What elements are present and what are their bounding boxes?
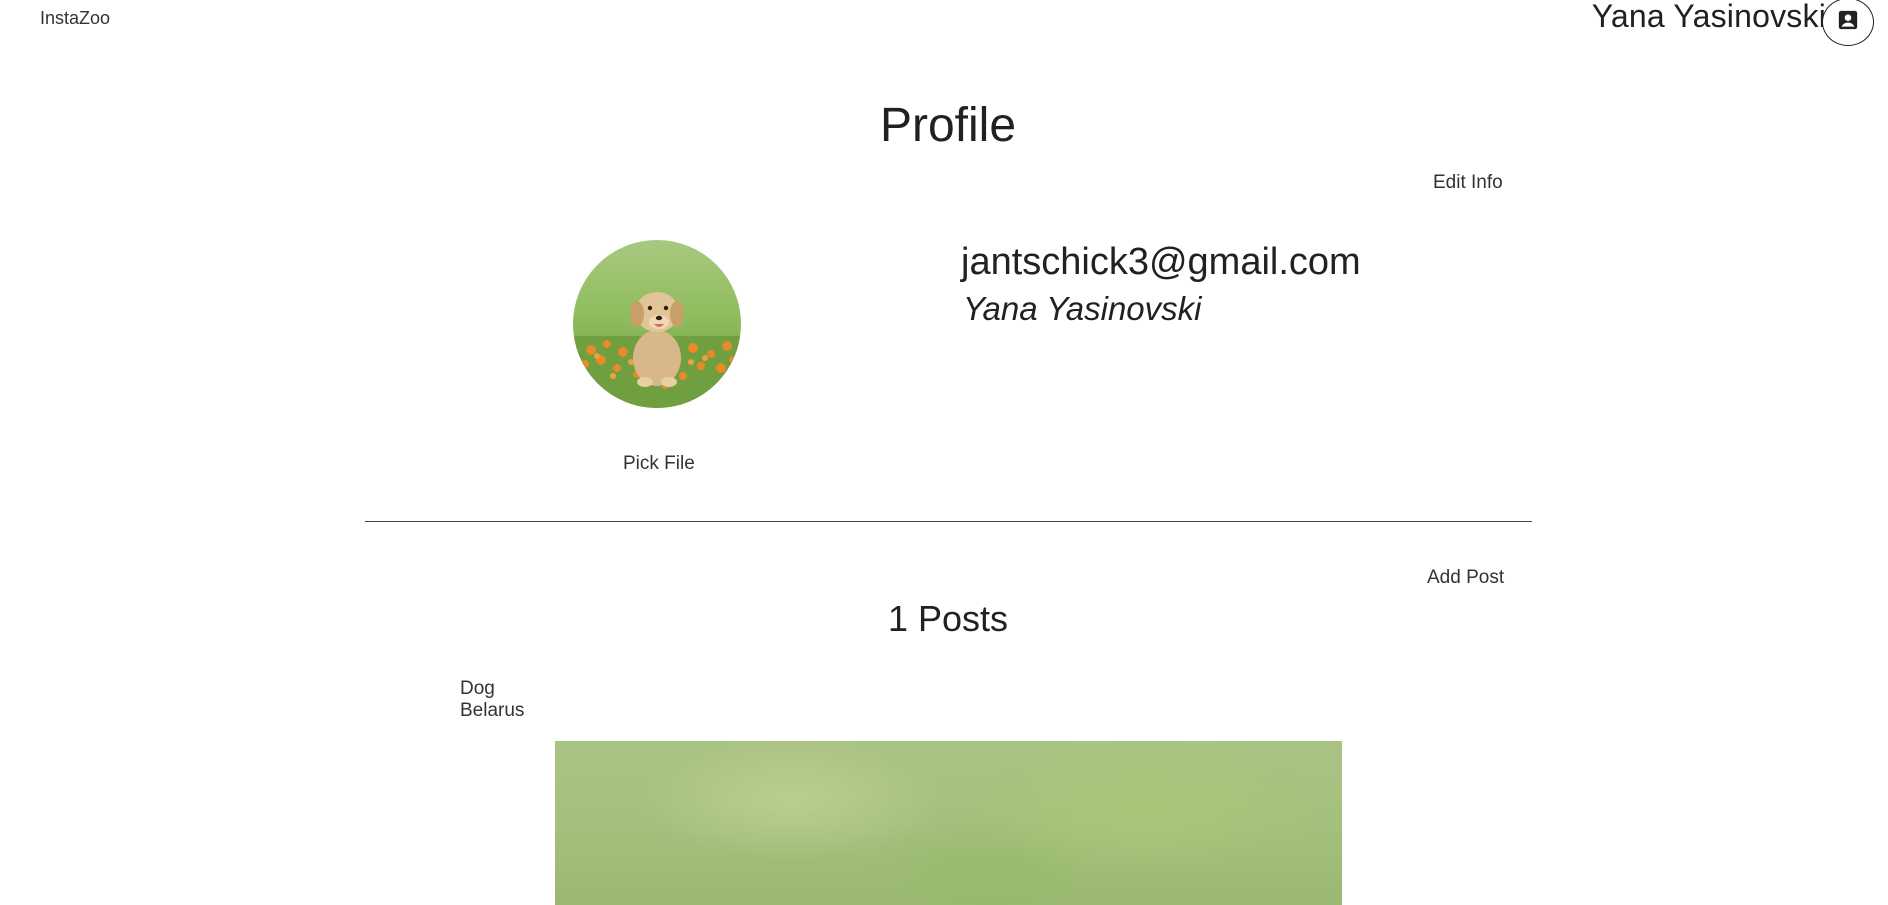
- avatar: [573, 240, 741, 408]
- post-title: Dog: [460, 678, 495, 699]
- post-image: [555, 741, 1342, 905]
- account-box-icon: [1837, 9, 1859, 36]
- page-title: Profile: [879, 99, 1017, 152]
- header-user-name: Yana Yasinovski: [1591, 0, 1826, 34]
- brand-link[interactable]: InstaZoo: [40, 8, 110, 29]
- profile-email: jantschick3@gmail.com: [961, 241, 1361, 283]
- posts-count-heading: 1 Posts: [887, 598, 1009, 639]
- edit-info-button[interactable]: Edit Info: [1433, 172, 1503, 194]
- account-button[interactable]: [1822, 0, 1874, 46]
- post-location: Belarus: [460, 700, 525, 721]
- pick-file-button[interactable]: Pick File: [623, 453, 695, 475]
- profile-full-name: Yana Yasinovski: [963, 290, 1202, 327]
- add-post-button[interactable]: Add Post: [1427, 567, 1504, 589]
- puppy-avatar-image: [573, 240, 741, 408]
- section-divider: [365, 521, 1532, 522]
